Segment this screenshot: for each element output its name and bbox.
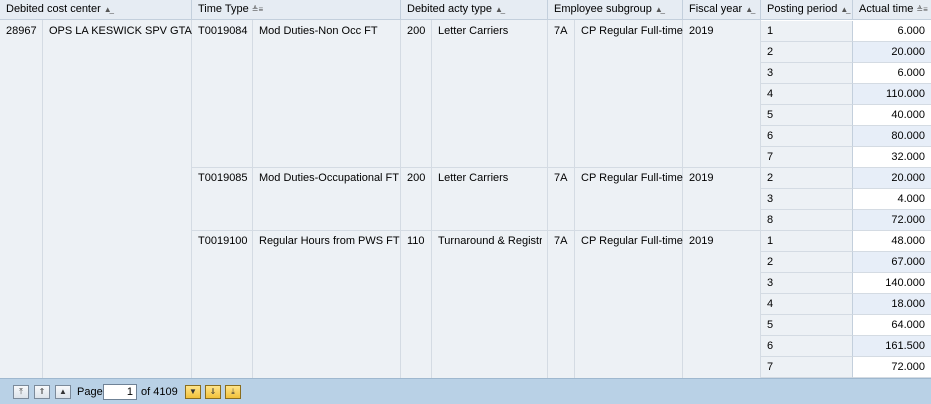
- actual-time-cell: 80.000: [853, 126, 931, 147]
- subgroup-code: 7A: [554, 172, 568, 184]
- sort-filter-icon[interactable]: ≜≡: [916, 5, 927, 14]
- posting-period-cell: 6: [761, 126, 853, 147]
- actual-time-cell: 161.500: [853, 336, 931, 357]
- header-label: Employee subgroup: [554, 3, 652, 15]
- actual-time-cell: 32.000: [853, 147, 931, 168]
- posting-period-cell: 3: [761, 273, 853, 294]
- time-type-code: T0019100: [198, 235, 248, 247]
- cost-center-code: 28967: [6, 25, 37, 37]
- header-time-type[interactable]: Time Type ≜≡: [192, 0, 401, 20]
- posting-period-cell: 4: [761, 84, 853, 105]
- acty-name: Letter Carriers: [438, 172, 509, 184]
- results-table: Debited cost center ▲̲ Time Type ≜≡ Debite…: [0, 0, 931, 378]
- actual-time-cell: 20.000: [853, 168, 931, 189]
- posting-period-cell: 1: [761, 231, 853, 252]
- posting-period-cell: 2: [761, 168, 853, 189]
- posting-period-cell: 7: [761, 147, 853, 168]
- column-bg: [43, 20, 192, 378]
- column-bg: [683, 20, 761, 378]
- actual-time-cell: 18.000: [853, 294, 931, 315]
- total-pages-label: of 4109: [141, 386, 178, 398]
- acty-name: Turnaround & Registr: [438, 235, 542, 247]
- page-label: Page: [77, 386, 103, 398]
- fiscal-year: 2019: [689, 172, 714, 184]
- header-cost-center[interactable]: Debited cost center ▲̲: [0, 0, 192, 20]
- pager-bar: ⤒ ⇑ ▲ Page 1 of 4109 ▼ ⇓ ⤓: [0, 378, 931, 404]
- subgroup-code: 7A: [554, 235, 568, 247]
- posting-period-cell: 3: [761, 63, 853, 84]
- column-bg: [192, 20, 253, 378]
- posting-period-cell: 5: [761, 315, 853, 336]
- actual-time-cell: 6.000: [853, 21, 931, 42]
- actual-time-cell: 40.000: [853, 105, 931, 126]
- column-bg: [0, 20, 43, 378]
- header-actual-time[interactable]: Actual time ≜≡: [853, 0, 931, 20]
- posting-period-cell: 6: [761, 336, 853, 357]
- header-posting-period[interactable]: Posting period ▲̲: [761, 0, 853, 20]
- posting-period-cell: 1: [761, 21, 853, 42]
- page-up-icon[interactable]: ⇑: [34, 385, 50, 399]
- sort-icon[interactable]: ▲̲: [745, 5, 753, 14]
- header-label: Time Type: [198, 3, 249, 15]
- header-label: Fiscal year: [689, 3, 743, 15]
- actual-time-cell: 72.000: [853, 210, 931, 231]
- sort-icon[interactable]: ▲̲: [104, 5, 112, 14]
- subgroup-name: CP Regular Full-time: [581, 172, 683, 184]
- actual-time-cell: 64.000: [853, 315, 931, 336]
- header-employee-subgroup[interactable]: Employee subgroup ▲̲: [548, 0, 683, 20]
- time-type-name: Mod Duties-Non Occ FT: [259, 25, 378, 37]
- actual-time-cell: 20.000: [853, 42, 931, 63]
- actual-time-cell: 110.000: [853, 84, 931, 105]
- last-page-icon[interactable]: ⤓: [225, 385, 241, 399]
- posting-period-cell: 5: [761, 105, 853, 126]
- posting-period-cell: 3: [761, 189, 853, 210]
- next-page-icon[interactable]: ▼: [185, 385, 201, 399]
- header-label: Actual time: [859, 3, 914, 15]
- posting-period-cell: 2: [761, 42, 853, 63]
- posting-period-cell: 7: [761, 357, 853, 378]
- actual-time-cell: 72.000: [853, 357, 931, 378]
- column-bg: [432, 20, 548, 378]
- time-type-name: Mod Duties-Occupational FT: [259, 172, 399, 184]
- acty-code: 110: [407, 235, 425, 247]
- posting-period-cell: 2: [761, 252, 853, 273]
- column-bg: [401, 20, 432, 378]
- posting-period-cell: 8: [761, 210, 853, 231]
- column-bg: [575, 20, 683, 378]
- actual-time-cell: 67.000: [853, 252, 931, 273]
- first-page-icon[interactable]: ⤒: [13, 385, 29, 399]
- subgroup-code: 7A: [554, 25, 568, 37]
- sort-icon[interactable]: ▲̲: [495, 5, 503, 14]
- page-down-icon[interactable]: ⇓: [205, 385, 221, 399]
- previous-page-icon[interactable]: ▲: [55, 385, 71, 399]
- header-acty-type[interactable]: Debited acty type ▲̲: [401, 0, 548, 20]
- sort-icon[interactable]: ▲̲: [655, 5, 663, 14]
- sort-filter-icon[interactable]: ≜≡: [252, 5, 263, 14]
- time-type-code: T0019085: [198, 172, 248, 184]
- fiscal-year: 2019: [689, 235, 714, 247]
- acty-code: 200: [407, 25, 426, 37]
- header-label: Posting period: [767, 3, 838, 15]
- actual-time-cell: 4.000: [853, 189, 931, 210]
- fiscal-year: 2019: [689, 25, 714, 37]
- page-number-input[interactable]: 1: [103, 384, 137, 400]
- subgroup-name: CP Regular Full-time: [581, 25, 683, 37]
- acty-name: Letter Carriers: [438, 25, 509, 37]
- column-bg: [548, 20, 575, 378]
- cost-center-name: OPS LA KESWICK SPV GTA: [49, 25, 192, 37]
- sort-icon[interactable]: ▲̲: [840, 5, 848, 14]
- header-label: Debited cost center: [6, 3, 101, 15]
- time-type-name: Regular Hours from PWS FT: [259, 235, 400, 247]
- time-type-code: T0019084: [198, 25, 248, 37]
- posting-period-cell: 4: [761, 294, 853, 315]
- actual-time-cell: 6.000: [853, 63, 931, 84]
- header-label: Debited acty type: [407, 3, 492, 15]
- header-fiscal-year[interactable]: Fiscal year ▲̲: [683, 0, 761, 20]
- actual-time-cell: 48.000: [853, 231, 931, 252]
- subgroup-name: CP Regular Full-time: [581, 235, 683, 247]
- actual-time-cell: 140.000: [853, 273, 931, 294]
- acty-code: 200: [407, 172, 426, 184]
- column-bg: [253, 20, 401, 378]
